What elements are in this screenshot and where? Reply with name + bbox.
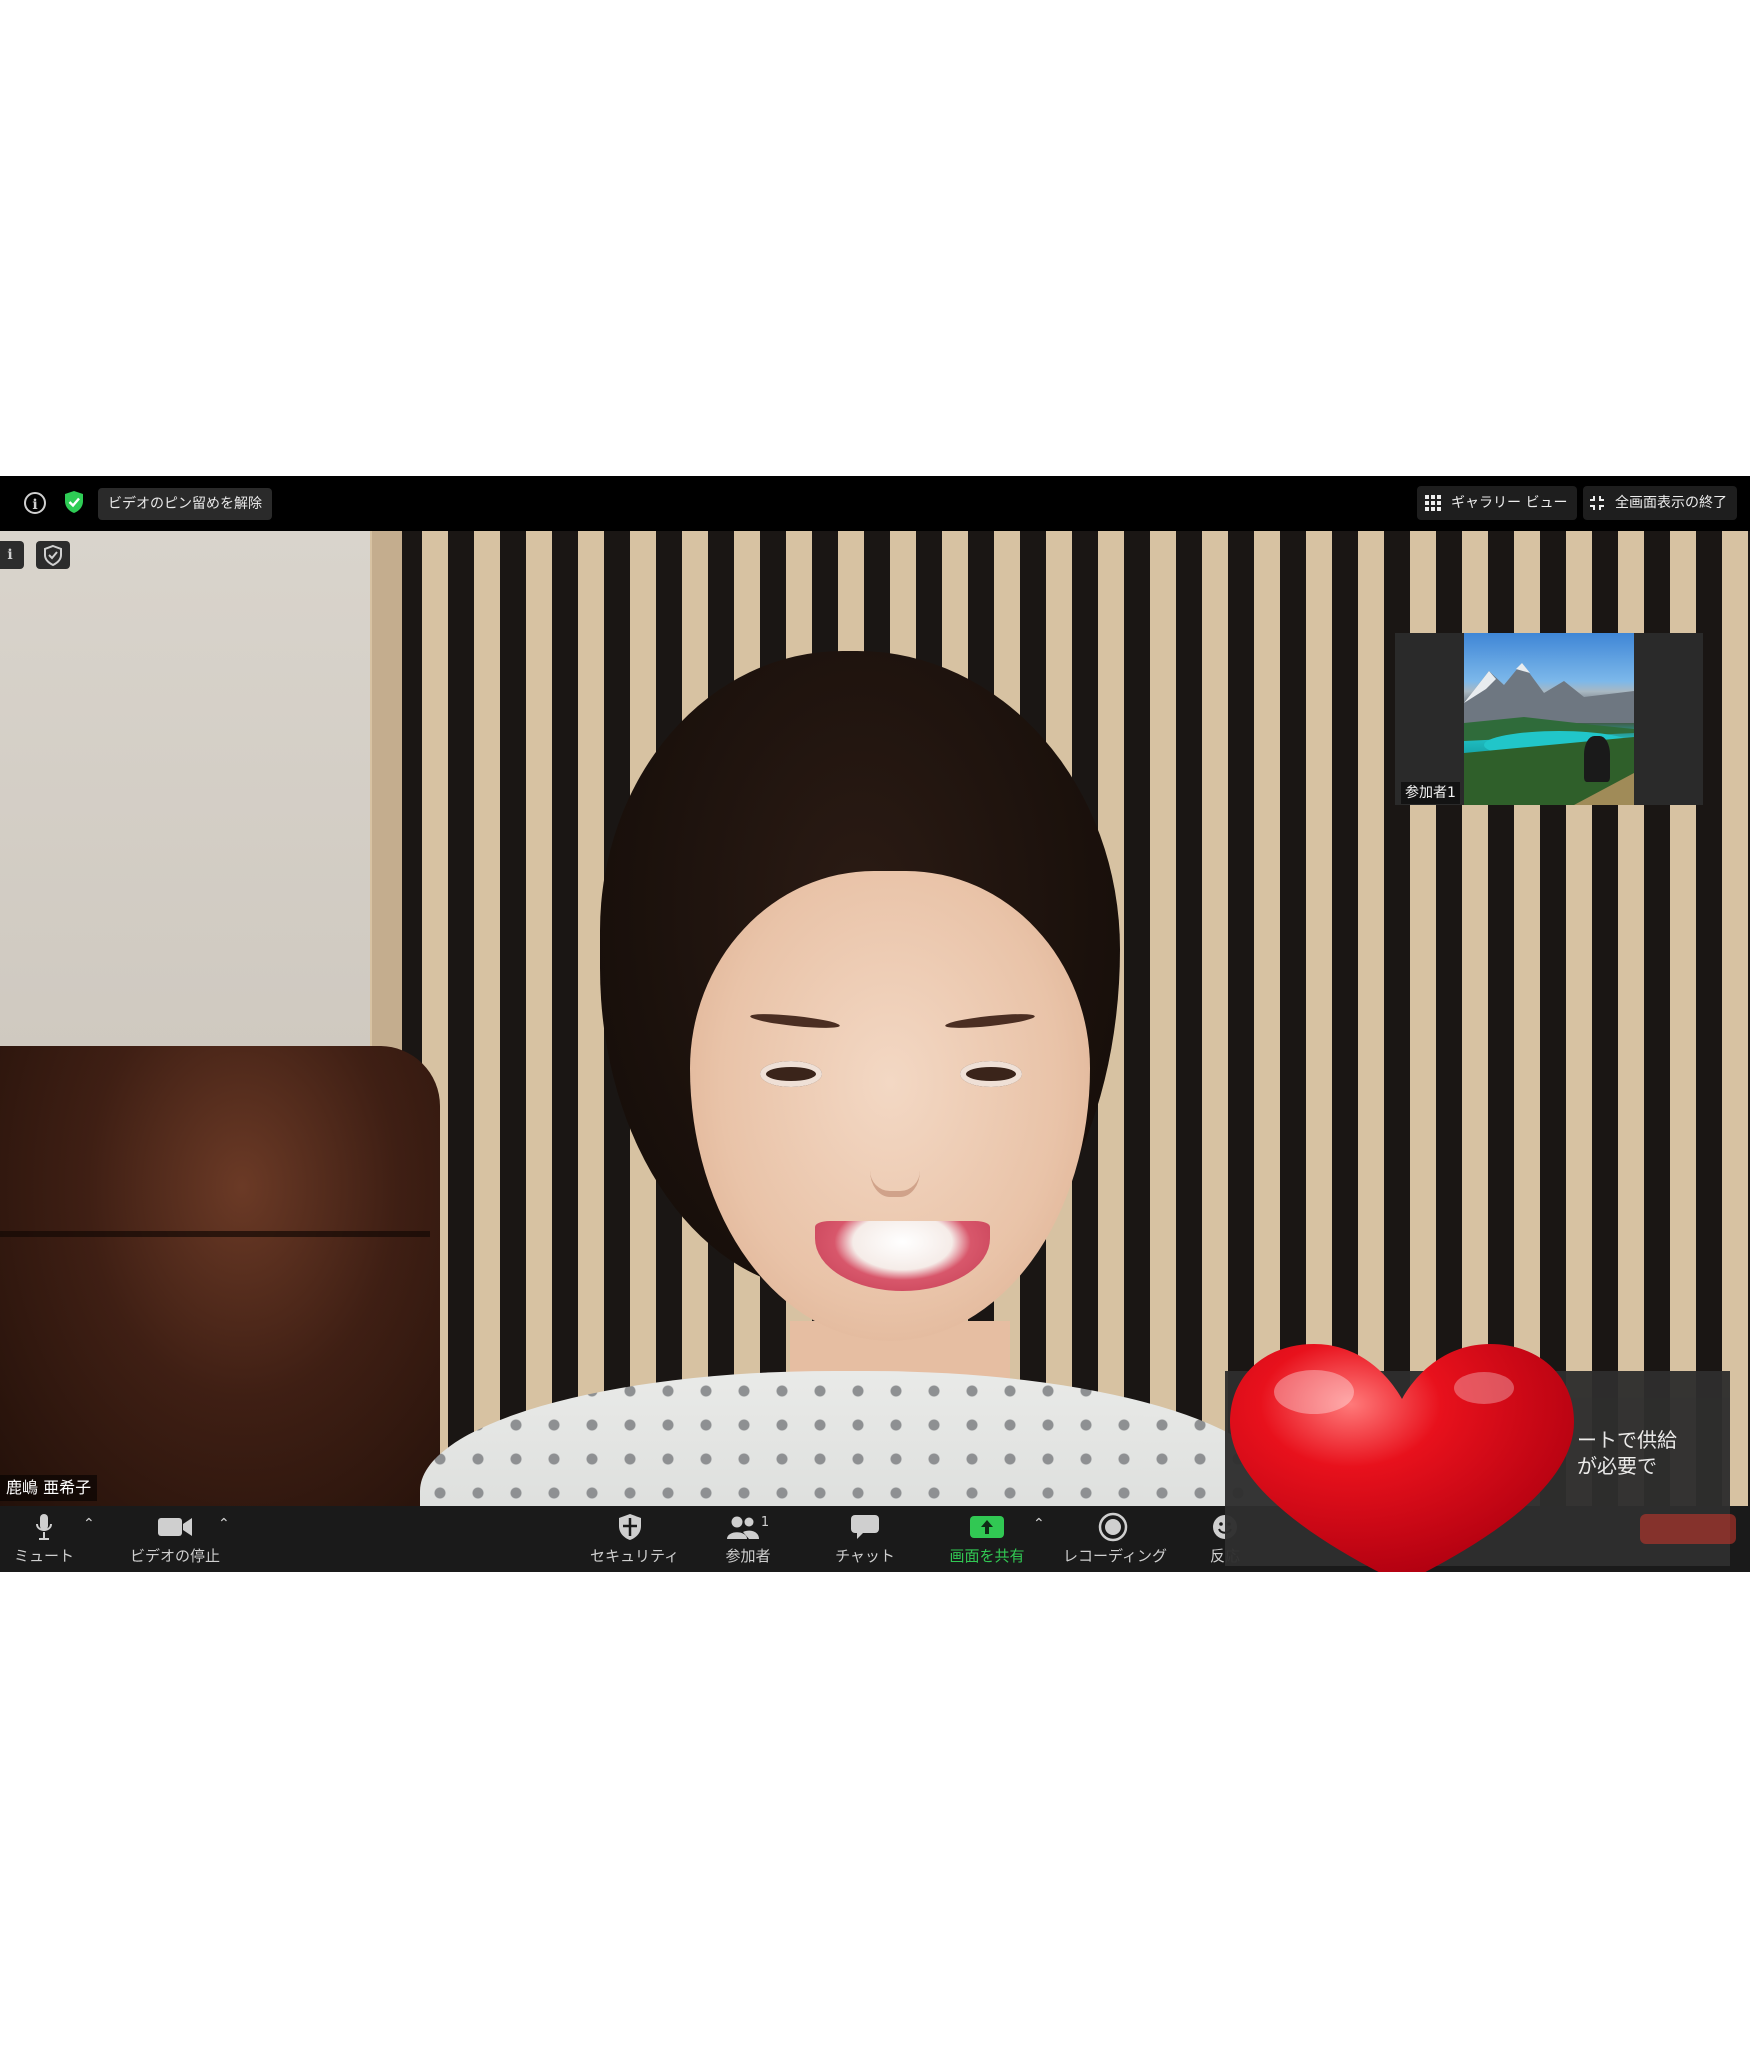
red-heart-icon [1230,1344,1574,1572]
person-nose [870,1131,920,1197]
participants-icon [726,1516,759,1539]
security-label: セキュリティ [590,1547,680,1565]
notification-text: ートで供給 が必要で [1577,1428,1677,1478]
video-camera-icon [158,1518,192,1536]
video-info-icon[interactable]: i [0,541,24,569]
background-wall [0,531,380,1051]
mute-label: ミュート [14,1547,75,1565]
participants-button[interactable]: 1 参加者 [718,1512,778,1566]
grid-icon [1425,495,1441,511]
page: i ビデオのピン留めを解除 ギャラリー ビュー 全画面表示の終了 i 鹿嶋 亜希… [0,0,1750,2048]
gallery-view-button[interactable]: ギャラリー ビュー [1417,486,1578,520]
stop-video-button[interactable]: ビデオの停止 [120,1512,230,1566]
top-bar: i ビデオのピン留めを解除 ギャラリー ビュー 全画面表示の終了 [0,476,1750,531]
lake-landscape-image [1464,633,1634,805]
microphone-icon [36,1514,52,1540]
participant-name-tag: 鹿嶋 亜希子 [0,1475,98,1501]
chat-bubble-icon [851,1515,879,1539]
person-right-eye [960,1061,1022,1087]
person-left-eye [760,1061,822,1087]
record-icon [1098,1512,1128,1542]
notification-action-button[interactable] [1640,1514,1736,1544]
chat-label: チャット [835,1547,895,1565]
exit-fullscreen-icon [1590,496,1604,510]
share-screen-button[interactable]: 画面を共有 [942,1512,1032,1566]
exit-fullscreen-button[interactable]: 全画面表示の終了 [1583,486,1737,520]
thumbnail-person [1584,736,1610,782]
unpin-video-button[interactable]: ビデオのピン留めを解除 [98,488,272,520]
zoom-meeting-window: i ビデオのピン留めを解除 ギャラリー ビュー 全画面表示の終了 i 鹿嶋 亜希… [0,476,1750,1572]
participants-label: 参加者 [725,1547,771,1565]
security-shield-icon [619,1514,641,1540]
share-screen-label: 画面を共有 [949,1547,1025,1565]
encryption-shield-icon[interactable] [64,490,84,514]
mute-button[interactable]: ミュート [14,1512,74,1566]
participant-count-badge: 1 [760,1514,770,1530]
video-options-chevron-icon[interactable]: ⌃ [218,1516,230,1532]
exit-fullscreen-label: 全画面表示の終了 [1615,495,1727,511]
thumbnail-participant-name: 参加者1 [1401,782,1460,804]
audio-options-chevron-icon[interactable]: ⌃ [83,1516,95,1532]
recording-label: レコーディング [1063,1547,1167,1565]
video-shield-icon[interactable] [36,541,70,569]
share-screen-icon [970,1516,1004,1538]
security-button[interactable]: セキュリティ [590,1512,680,1566]
meeting-info-icon[interactable]: i [24,492,46,514]
stop-video-label: ビデオの停止 [129,1547,220,1565]
gallery-view-label: ギャラリー ビュー [1451,495,1568,511]
self-view-thumbnail[interactable]: 参加者1 [1395,633,1703,805]
recording-button[interactable]: レコーディング [1063,1512,1167,1566]
leather-sofa [0,1046,440,1506]
chat-button[interactable]: チャット [835,1512,895,1566]
share-options-chevron-icon[interactable]: ⌃ [1033,1516,1045,1532]
sofa-seam [0,1231,430,1237]
